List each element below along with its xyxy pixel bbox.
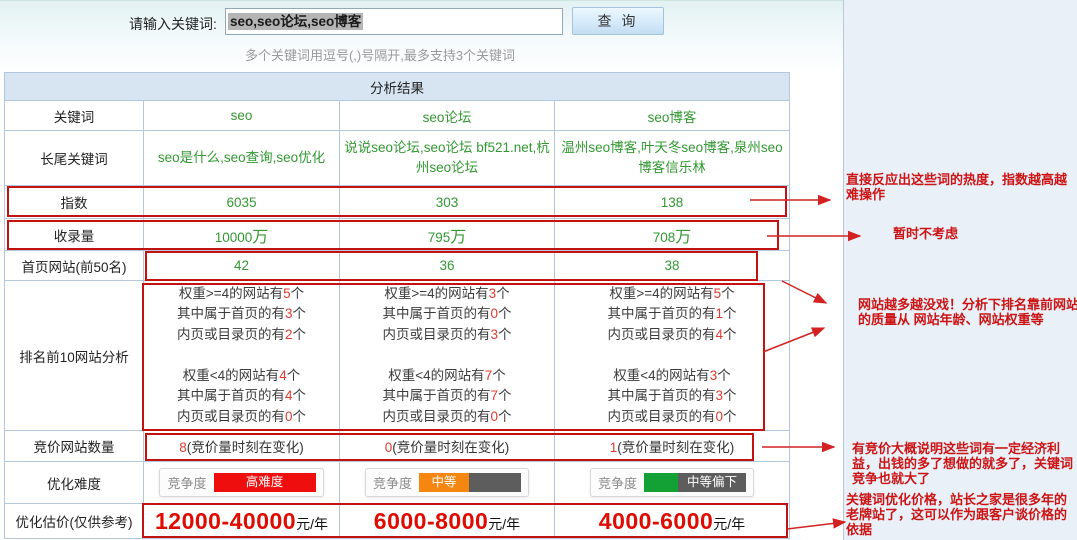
row-label-top10: 排名前10网站分析	[5, 281, 144, 431]
keyword-input-label: 请输入关键词:	[129, 14, 217, 34]
difficulty-meter-below-medium: 竞争度 中等偏下	[590, 468, 754, 497]
row-label-indexed: 收录量	[5, 219, 144, 251]
difficulty-bar-orange: 中等	[419, 473, 469, 492]
row-indexed-count: 收录量 10000万 795万 708万	[5, 219, 790, 251]
index-value: 138	[555, 186, 790, 219]
index-value: 303	[340, 186, 555, 219]
note-bidding-competition: 有竞价大概说明这些词有一定经济利益，出钱的多了想做的就多了，关键词竞争也就大了	[852, 441, 1077, 486]
estimate-cell: 6000-8000元/年	[340, 504, 555, 539]
row-label-longtail: 长尾关键词	[5, 131, 144, 186]
row-index: 指数 6035 303 138	[5, 186, 790, 219]
row-label-top50: 首页网站(前50名)	[5, 251, 144, 281]
bidding-cell: 0(竞价量时刻在变化)	[340, 431, 555, 462]
keyword-cell-seo-forum: seo论坛	[340, 101, 555, 131]
bidding-cell: 8(竞价量时刻在变化)	[144, 431, 340, 462]
row-estimate: 优化估价(仅供参考) 12000-40000元/年 6000-8000元/年 4…	[5, 504, 790, 539]
top10-analysis-cell: 权重>=4的网站有5个其中属于首页的有3个内页或目录页的有2个权重<4的网站有4…	[144, 281, 340, 431]
table-title: 分析结果	[5, 73, 790, 101]
row-keyword: 关键词 seo seo论坛 seo博客	[5, 101, 790, 131]
top10-analysis-cell: 权重>=4的网站有3个其中属于首页的有0个内页或目录页的有3个权重<4的网站有7…	[340, 281, 555, 431]
difficulty-cell: 竞争度 中等偏下	[555, 462, 790, 504]
difficulty-meter-medium: 竞争度 中等	[365, 468, 529, 497]
row-label-index: 指数	[5, 186, 144, 219]
estimate-cell: 12000-40000元/年	[144, 504, 340, 539]
keyword-cell-seo: seo	[144, 101, 340, 131]
index-value: 6035	[144, 186, 340, 219]
row-bidding: 竞价网站数量 8(竞价量时刻在变化) 0(竞价量时刻在变化) 1(竞价量时刻在变…	[5, 431, 790, 462]
top50-value: 42	[144, 251, 340, 281]
keyword-input-value: seo,seo论坛,seo博客	[228, 13, 363, 30]
row-top50: 首页网站(前50名) 42 36 38	[5, 251, 790, 281]
bidding-cell: 1(竞价量时刻在变化)	[555, 431, 790, 462]
row-difficulty: 优化难度 竞争度 高难度 竞争度 中等 竞争度 中等偏下	[5, 462, 790, 504]
estimate-cell: 4000-6000元/年	[555, 504, 790, 539]
difficulty-meter-high: 竞争度 高难度	[159, 468, 323, 497]
top10-analysis-cell: 权重>=4的网站有5个其中属于首页的有1个内页或目录页的有4个权重<4的网站有3…	[555, 281, 790, 431]
note-ignore-for-now: 暂时不考虑	[893, 226, 1043, 241]
query-button[interactable]: 查 询	[572, 7, 664, 35]
row-label-keyword: 关键词	[5, 101, 144, 131]
note-top-sites-quality: 网站越多越没戏！分析下排名靠前网站的质量从 网站年龄、网站权重等	[858, 297, 1077, 327]
row-label-bidding: 竞价网站数量	[5, 431, 144, 462]
top50-value: 36	[340, 251, 555, 281]
input-hint: 多个关键词用逗号(,)号隔开,最多支持3个关键词	[170, 45, 590, 64]
keyword-cell-seo-blog: seo博客	[555, 101, 790, 131]
difficulty-cell: 竞争度 中等	[340, 462, 555, 504]
note-index-heat: 直接反应出这些词的热度，指数越高越难操作	[846, 172, 1072, 202]
note-price-reference: 关键词优化价格，站长之家是很多年的老牌站了，这可以作为跟客户谈价格的依据	[846, 492, 1076, 537]
longtail-cell: 温州seo博客,叶天冬seo博客,泉州seo博客信乐林	[555, 131, 790, 186]
keyword-input[interactable]: seo,seo论坛,seo博客	[225, 8, 563, 35]
row-top10-analysis: 排名前10网站分析 权重>=4的网站有5个其中属于首页的有3个内页或目录页的有2…	[5, 281, 790, 431]
difficulty-cell: 竞争度 高难度	[144, 462, 340, 504]
longtail-cell: 说说seo论坛,seo论坛 bf521.net,杭州seo论坛	[340, 131, 555, 186]
analysis-table: 分析结果 关键词 seo seo论坛 seo博客 长尾关键词 seo是什么,se…	[4, 72, 790, 539]
row-label-difficulty: 优化难度	[5, 462, 144, 504]
difficulty-bar-green	[644, 473, 678, 492]
difficulty-bar-red: 高难度	[214, 473, 316, 492]
indexed-value: 10000万	[144, 219, 340, 251]
keyword-analysis-page: { "query_form": { "label": "请输入关键词:", "i…	[0, 0, 1077, 540]
row-label-estimate: 优化估价(仅供参考)	[5, 504, 144, 539]
longtail-cell: seo是什么,seo查询,seo优化	[144, 131, 340, 186]
top50-value: 38	[555, 251, 790, 281]
row-longtail: 长尾关键词 seo是什么,seo查询,seo优化 说说seo论坛,seo论坛 b…	[5, 131, 790, 186]
indexed-value: 708万	[555, 219, 790, 251]
indexed-value: 795万	[340, 219, 555, 251]
